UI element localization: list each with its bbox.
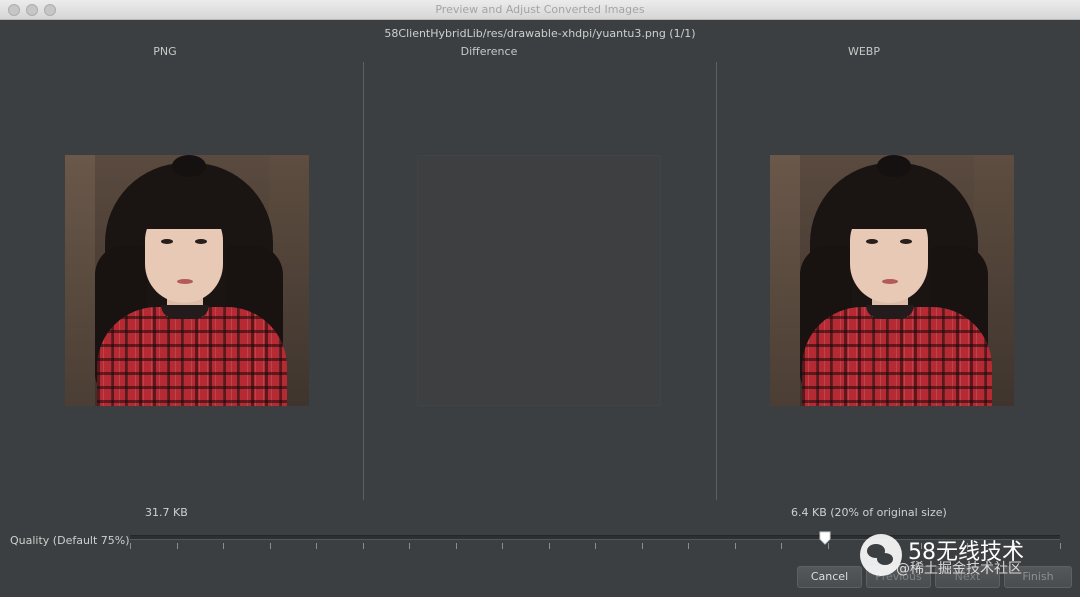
slider-tick xyxy=(130,543,131,549)
slider-tick xyxy=(781,543,782,549)
title-bar: Preview and Adjust Converted Images xyxy=(0,0,1080,20)
webp-column-header: WEBP xyxy=(847,45,880,58)
quality-slider-thumb[interactable] xyxy=(819,531,831,545)
slider-tick xyxy=(223,543,224,549)
difference-preview-image xyxy=(417,155,661,406)
png-column-header: PNG xyxy=(153,45,177,58)
window-title: Preview and Adjust Converted Images xyxy=(435,3,645,16)
watermark-subtitle: @稀土掘金技术社区 xyxy=(896,561,1022,577)
slider-tick xyxy=(502,543,503,549)
slider-tick xyxy=(549,543,550,549)
slider-tick xyxy=(735,543,736,549)
png-preview-image xyxy=(65,155,309,406)
difference-column-header: Difference xyxy=(460,45,518,58)
column-divider-right xyxy=(716,62,717,500)
slider-tick xyxy=(642,543,643,549)
slider-tick xyxy=(409,543,410,549)
quality-label: Quality (Default 75%) xyxy=(10,534,130,547)
webp-preview-image xyxy=(770,155,1014,406)
slider-tick xyxy=(270,543,271,549)
column-divider-left xyxy=(363,62,364,500)
slider-tick xyxy=(688,543,689,549)
slider-tick xyxy=(177,543,178,549)
webp-size-label: 6.4 KB (20% of original size) xyxy=(791,506,947,519)
cancel-button[interactable]: Cancel xyxy=(797,566,862,588)
png-size-label: 31.7 KB xyxy=(145,506,188,519)
file-path-label: 58ClientHybridLib/res/drawable-xhdpi/yua… xyxy=(384,27,696,40)
watermark: 58无线技术 @稀土掘金技术社区 xyxy=(860,532,1070,590)
slider-tick xyxy=(595,543,596,549)
slider-tick xyxy=(363,543,364,549)
slider-tick xyxy=(316,543,317,549)
slider-tick xyxy=(456,543,457,549)
